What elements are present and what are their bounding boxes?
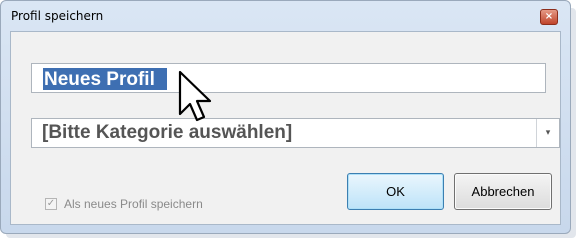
category-dropdown[interactable]: [Bitte Kategorie auswählen] ▾: [31, 118, 560, 148]
save-as-new-option: ✓ Als neues Profil speichern: [45, 196, 203, 212]
dialog-body: Neues Profil [Bitte Kategorie auswählen]…: [10, 31, 561, 225]
save-as-new-checkbox[interactable]: ✓: [45, 198, 57, 210]
ok-button[interactable]: OK: [347, 173, 444, 210]
close-icon: ×: [544, 11, 554, 22]
save-as-new-label: Als neues Profil speichern: [64, 197, 203, 211]
profile-name-input[interactable]: [31, 63, 546, 93]
close-button[interactable]: ×: [540, 9, 558, 25]
title-bar[interactable]: Profil speichern ×: [1, 1, 570, 31]
save-profile-dialog: Profil speichern × Neues Profil [Bitte K…: [0, 0, 571, 234]
dialog-title: Profil speichern: [11, 9, 104, 23]
category-selected-value: [Bitte Kategorie auswählen]: [42, 122, 293, 143]
cancel-button[interactable]: Abbrechen: [454, 173, 552, 210]
chevron-down-icon[interactable]: ▾: [536, 119, 559, 147]
